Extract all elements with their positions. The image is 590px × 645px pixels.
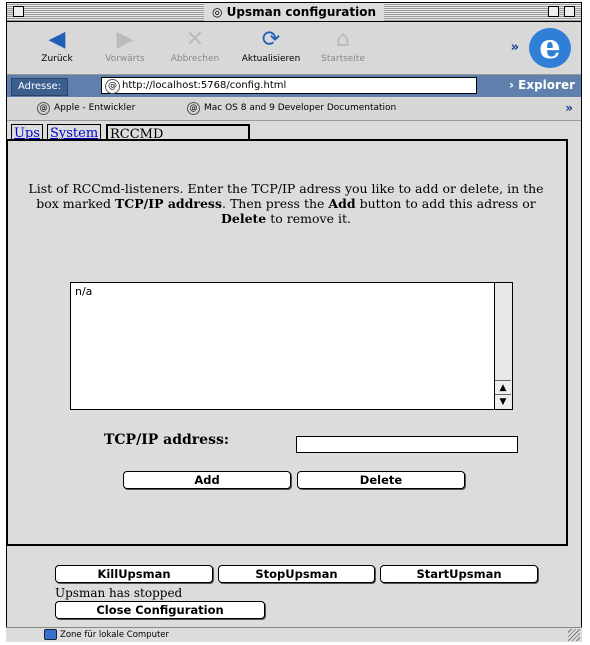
computer-zone-icon [44,629,57,640]
address-label: Adresse: [11,78,68,96]
add-button[interactable]: Add [123,471,291,489]
address-url: http://localhost:5768/config.html [122,80,287,91]
intro-bold-add: Add [328,196,356,211]
favorite-apple-developer[interactable]: @ Apple - Entwickler [37,102,135,115]
forward-label: Vorwärts [105,54,145,64]
stop-upsman-button[interactable]: StopUpsman [218,565,375,583]
intro-text-4: to remove it. [266,211,351,226]
refresh-label: Aktualisieren [241,54,301,64]
upsman-status-text: Upsman has stopped [55,586,183,600]
refresh-icon: ⟳ [261,27,281,52]
listbox-scrollbar[interactable]: ▲ ▼ [494,283,512,409]
listener-listbox[interactable]: n/a ▲ ▼ [70,282,513,410]
favorites-bar: @ Apple - Entwickler @ Mac OS 8 and 9 Deve… [7,98,581,121]
favorites-more-chevron-icon[interactable]: » [565,101,573,115]
stop-x-icon: ✕ [185,27,205,52]
scroll-down-arrow-icon[interactable]: ▼ [495,394,511,409]
address-bar: Adresse: @ http://localhost:5768/config.… [7,75,581,97]
collapse-box[interactable] [564,6,575,17]
back-arrow-icon: ◀ [48,27,66,52]
instructions-text: List of RCCmd-listeners. Enter the TCP/I… [16,181,556,226]
favorite-label: Mac OS 8 and 9 Developer Documentation [204,103,397,113]
forward-button[interactable]: ▶ Vorwärts [93,26,157,72]
browser-toolbar: ◀ Zurück ▶ Vorwärts ✕ Abbrechen ⟳ Aktual… [7,22,581,75]
explorer-button[interactable]: › Explorer [509,78,575,92]
close-box[interactable] [13,6,24,17]
rccmd-panel: List of RCCmd-listeners. Enter the TCP/I… [6,139,568,546]
toolbar-more-chevron-icon[interactable]: » [511,40,519,55]
resize-grip-icon[interactable] [568,629,580,641]
explorer-label: Explorer [518,78,575,92]
scroll-up-arrow-icon[interactable]: ▲ [495,380,511,395]
intro-text-3: button to add this adress or [355,196,536,211]
start-upsman-button[interactable]: StartUpsman [380,565,538,583]
stop-label: Abbrechen [170,54,220,64]
title-bar[interactable]: ◎ Upsman configuration [7,3,581,22]
back-label: Zurück [41,54,73,64]
home-label: Startseite [321,54,365,64]
window-title: ◎ Upsman configuration [203,3,385,21]
close-configuration-button[interactable]: Close Configuration [55,601,265,619]
refresh-button[interactable]: ⟳ Aktualisieren [239,26,303,72]
favorite-label: Apple - Entwickler [54,103,136,113]
tcpip-address-input[interactable] [296,436,518,453]
intro-text-2: . Then press the [222,196,329,211]
delete-button[interactable]: Delete [297,471,465,489]
back-button[interactable]: ◀ Zurück [25,26,89,72]
zone-label: Zone für lokale Computer [60,630,170,640]
internet-explorer-logo-icon: e [529,28,571,68]
list-item[interactable]: n/a [75,285,92,298]
browser-status-bar: Zone für lokale Computer [6,627,582,642]
at-icon: @ [105,79,120,94]
window-title-text: Upsman configuration [226,5,377,19]
tcpip-address-label: TCP/IP address: [104,432,230,448]
forward-arrow-icon: ▶ [116,27,134,52]
intro-bold-delete: Delete [221,211,267,226]
intro-bold-tcpip: TCP/IP address [115,196,223,211]
at-icon: @ [187,102,200,115]
at-icon: @ [37,102,50,115]
favorite-macos-docs[interactable]: @ Mac OS 8 and 9 Developer Documentation [187,102,396,115]
address-input[interactable]: @ http://localhost:5768/config.html [101,77,477,94]
globe-icon: ◎ [211,5,227,19]
home-icon: ⌂ [336,27,350,52]
home-button[interactable]: ⌂ Startseite [311,26,375,72]
kill-upsman-button[interactable]: KillUpsman [55,565,213,583]
zoom-box[interactable] [548,6,559,17]
stop-button[interactable]: ✕ Abbrechen [163,26,227,72]
